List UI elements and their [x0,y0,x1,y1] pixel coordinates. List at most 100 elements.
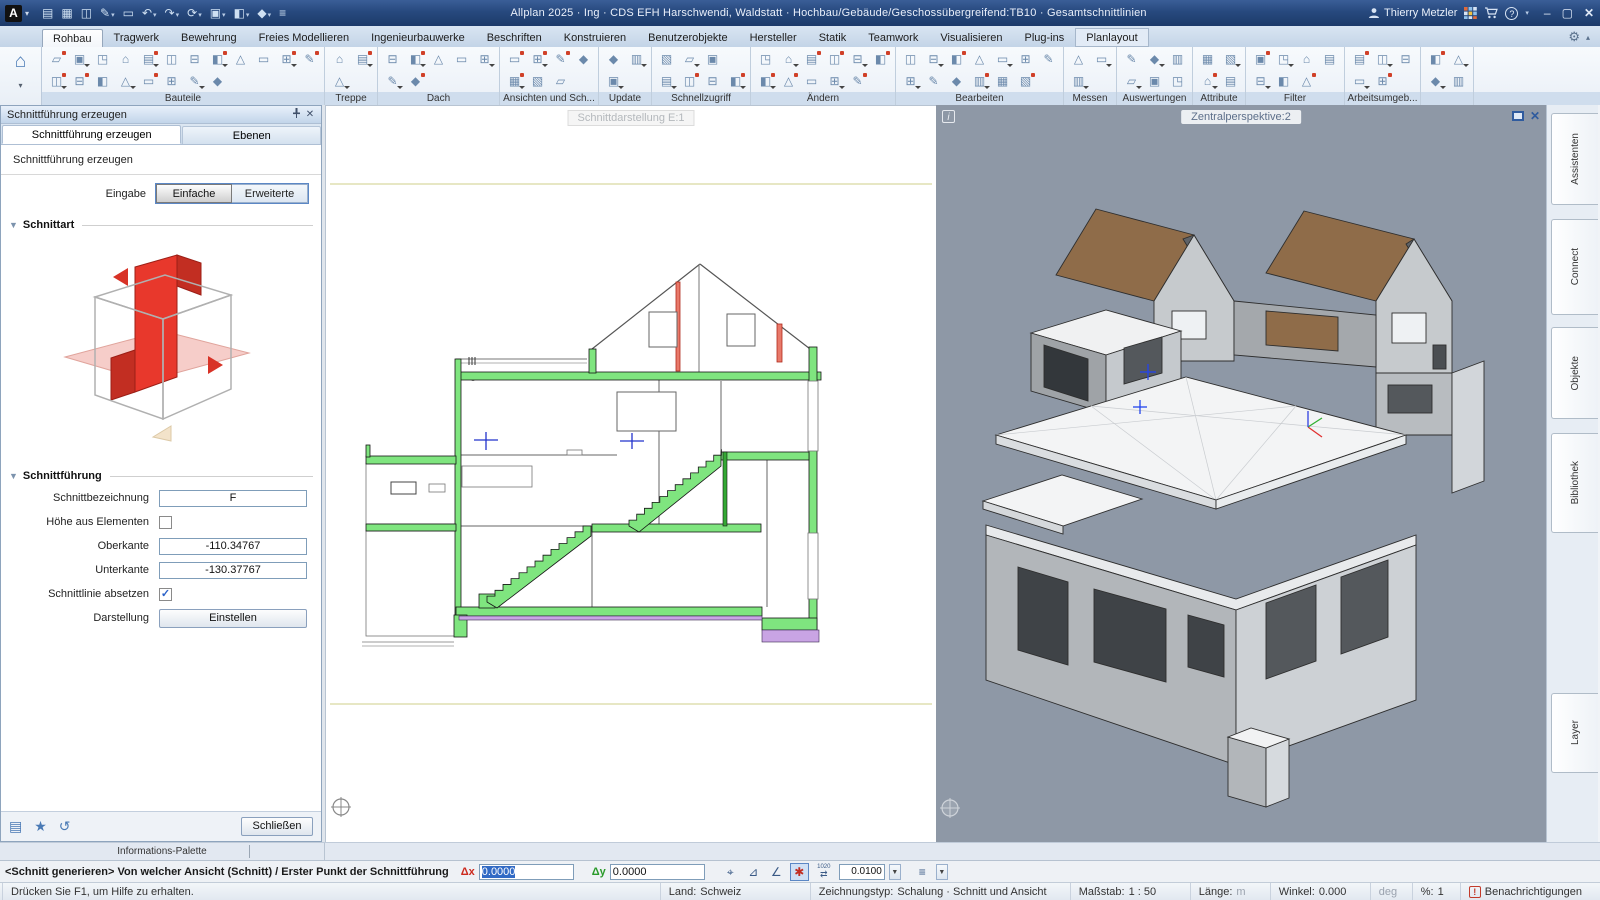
load-favorite-icon[interactable]: ▤ [9,818,22,835]
tab-planlayout[interactable]: Planlayout [1075,28,1148,47]
ausblenden-icon[interactable]: ◧ [1272,71,1295,91]
ansicht-erzeugen-icon[interactable]: ▭ [503,49,526,69]
dock-tab-objekte[interactable]: Objekte [1551,327,1598,419]
grid-step-icon[interactable]: 1020 ⇄ [813,863,835,881]
attribut-liste-icon[interactable]: ▧ [1219,49,1242,69]
filter-geschoss-icon[interactable]: ⌂ [1295,49,1318,69]
schliessen-button[interactable]: Schließen [241,817,313,836]
customize-icon[interactable]: ≡ [276,6,289,20]
schnitt-aendern-icon[interactable]: ▱ [549,71,572,91]
redline-icon[interactable]: ▭ [120,6,137,20]
summenbildung-icon[interactable]: ◳ [1166,71,1189,91]
volumenkoerper-icon[interactable]: △ [114,71,137,91]
dock-tab-layer[interactable]: Layer [1551,693,1598,773]
leibung-icon[interactable]: ◆ [206,71,229,91]
settings-gear-icon[interactable]: ⚙ [1568,29,1580,45]
status-massstab[interactable]: Maßstab:1 : 50 [1071,883,1191,900]
teilen-icon[interactable]: ⊟ [846,49,869,69]
logo-dropdown-icon[interactable]: ▾ [25,9,29,18]
minimize-button[interactable]: – [1544,6,1551,20]
fensteranordnung-icon[interactable]: ▤ [1348,49,1371,69]
dock-tab-assistenten[interactable]: Assistenten [1551,113,1598,205]
undo-icon[interactable]: ↶▾ [139,6,160,20]
tab-statik[interactable]: Statik [808,28,858,47]
format-icon[interactable]: ⊟ [922,49,945,69]
section-drawing[interactable] [326,106,936,843]
schnittlinie-absetzen-checkbox[interactable]: ✓ [159,588,172,601]
tab-beschriften[interactable]: Beschriften [476,28,553,47]
loeschen-icon[interactable]: ◧ [754,71,777,91]
assistent-icon[interactable]: △ [1447,49,1470,69]
wand-profil-icon[interactable]: ▣ [68,49,91,69]
status-notifications[interactable]: ! Benachrichtigungen [1461,883,1590,900]
tab-bewehrung[interactable]: Bewehrung [170,28,248,47]
status-zeichnungstyp[interactable]: Zeichnungstyp:Schalung · Schnitt und Ans… [811,883,1071,900]
reset-icon[interactable]: ↺ [59,818,71,835]
tuer-icon[interactable]: ▤ [137,49,160,69]
window-split-icon[interactable]: ◧▾ [231,6,253,20]
stuetze-icon[interactable]: △ [229,49,252,69]
fenster-anordnen-icon[interactable]: ⊞ [1371,71,1394,91]
fuge-icon[interactable]: ⊞ [275,49,298,69]
freie-treppe-icon[interactable]: ▤ [351,49,374,69]
isolieren-icon[interactable]: ⊟ [1249,71,1272,91]
aktualisieren-icon[interactable]: ▣ [602,71,625,91]
linie-icon[interactable]: ▱ [678,49,701,69]
schicht-icon[interactable]: ◧ [91,71,114,91]
allplan-logo[interactable]: A [5,5,22,22]
flaeche-messen-icon[interactable]: ▭ [1090,49,1113,69]
close-button[interactable]: ✕ [1584,6,1594,20]
filter-reset-icon[interactable]: △ [1295,71,1318,91]
strecken-icon[interactable]: ◫ [823,49,846,69]
section-schnittfuehrung[interactable]: ▼ Schnittführung [9,470,313,482]
ansicht-liste-icon[interactable]: ▧ [526,71,549,91]
status-winkel[interactable]: Winkel:0.000 [1271,883,1371,900]
profil-icon[interactable]: ✎ [381,71,404,91]
schnittlinie-icon[interactable]: ✎ [549,49,572,69]
makro-icon[interactable]: ⊞ [1014,49,1037,69]
unterkante-input[interactable] [159,562,307,579]
kehlbalken-icon[interactable]: ⊞ [473,49,496,69]
dachebene-icon[interactable]: ⊟ [381,49,404,69]
view-close-icon[interactable]: ✕ [1530,109,1540,123]
beschriftung-icon[interactable]: ◆ [404,71,427,91]
laenge-messen-icon[interactable]: △ [1067,49,1090,69]
dock-tab-bibliothek[interactable]: Bibliothek [1551,433,1598,533]
unterzug-icon[interactable]: ◧ [206,49,229,69]
section-schnittart[interactable]: ▼ Schnittart [9,219,313,231]
gruppe-icon[interactable]: △ [968,49,991,69]
einfache-button[interactable]: Einfache [156,184,232,203]
section-viewport[interactable]: Schnittdarstellung E:1 [326,105,936,842]
polygon-input-icon[interactable]: ⊿ [744,863,763,881]
hoehendefinition-icon[interactable]: ⊟ [68,71,91,91]
assoziativ-icon[interactable]: ▥ [625,49,648,69]
document-edit-icon[interactable]: ✎▾ [97,6,118,20]
drehen-icon[interactable]: ⌂ [777,49,800,69]
tab-freies-modellieren[interactable]: Freies Modellieren [248,28,360,47]
point-snap-icon[interactable]: ✱ [790,863,809,881]
repeat-icon[interactable]: ⟳▾ [184,6,205,20]
ribbon-collapse-icon[interactable]: ▴ [1586,33,1590,42]
daemmung-icon[interactable]: ✎ [298,49,321,69]
eigenschaften-icon[interactable]: ◫ [899,49,922,69]
dachhaut-icon[interactable]: ◧ [404,49,427,69]
first-icon[interactable]: ▭ [450,49,473,69]
delta-x-input[interactable]: 0.0000 [479,864,574,880]
image-view-icon[interactable]: ▣▾ [207,6,229,20]
perspective-viewport[interactable]: Zentralperspektive:2 i ✕ [936,105,1546,842]
aussparung-icon[interactable]: ⊟ [183,49,206,69]
coordinate-point-icon[interactable]: ⌖ [721,863,740,881]
fenster-icon[interactable]: ◫ [160,49,183,69]
mengenliste-icon[interactable]: ◆ [1143,49,1166,69]
shop-cart-icon[interactable] [1484,7,1498,19]
redo-icon[interactable]: ↷▾ [162,6,183,20]
erweiterte-button[interactable]: Erweiterte [232,184,308,203]
einstellungen-icon[interactable]: ◆ [1424,71,1447,91]
schnittbezeichnung-input[interactable] [159,490,307,507]
lupe-icon[interactable]: ◧ [724,71,747,91]
snap-distance-input[interactable]: 0.0100 [839,864,885,880]
anpassen-icon[interactable]: ◧ [869,49,892,69]
ebenenzuordnung-icon[interactable]: ▭ [991,49,1014,69]
attribute-uebernehmen-icon[interactable]: ▦ [991,71,1014,91]
filter-farbe-icon[interactable]: ▣ [1249,49,1272,69]
